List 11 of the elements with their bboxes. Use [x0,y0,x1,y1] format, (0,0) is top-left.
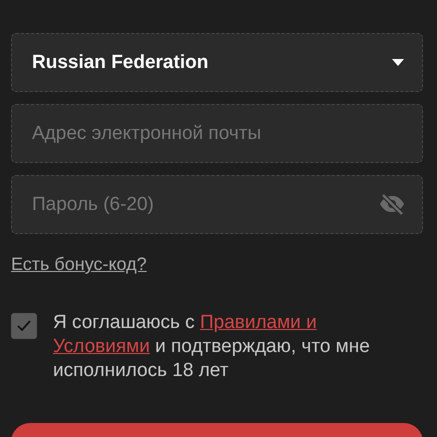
terms-link[interactable]: Правилами и [200,312,317,333]
country-select[interactable]: Russian Federation [11,33,423,92]
terms-link[interactable]: Условиями [53,336,150,357]
terms-text: Я соглашаюсь с Правилами и Условиями и подтверждаю, что мне исполнилось 18 лет [53,311,371,383]
password-field[interactable]: Пароль (6-20) [11,175,423,234]
caret-icon [392,59,404,66]
bonus-code-link[interactable]: Есть бонус-код? [11,254,147,275]
email-field[interactable]: Адрес электронной почты [11,104,423,163]
eye-slash-icon[interactable] [378,193,406,215]
checkmark-icon [16,319,32,333]
terms-checkbox[interactable] [11,313,37,339]
